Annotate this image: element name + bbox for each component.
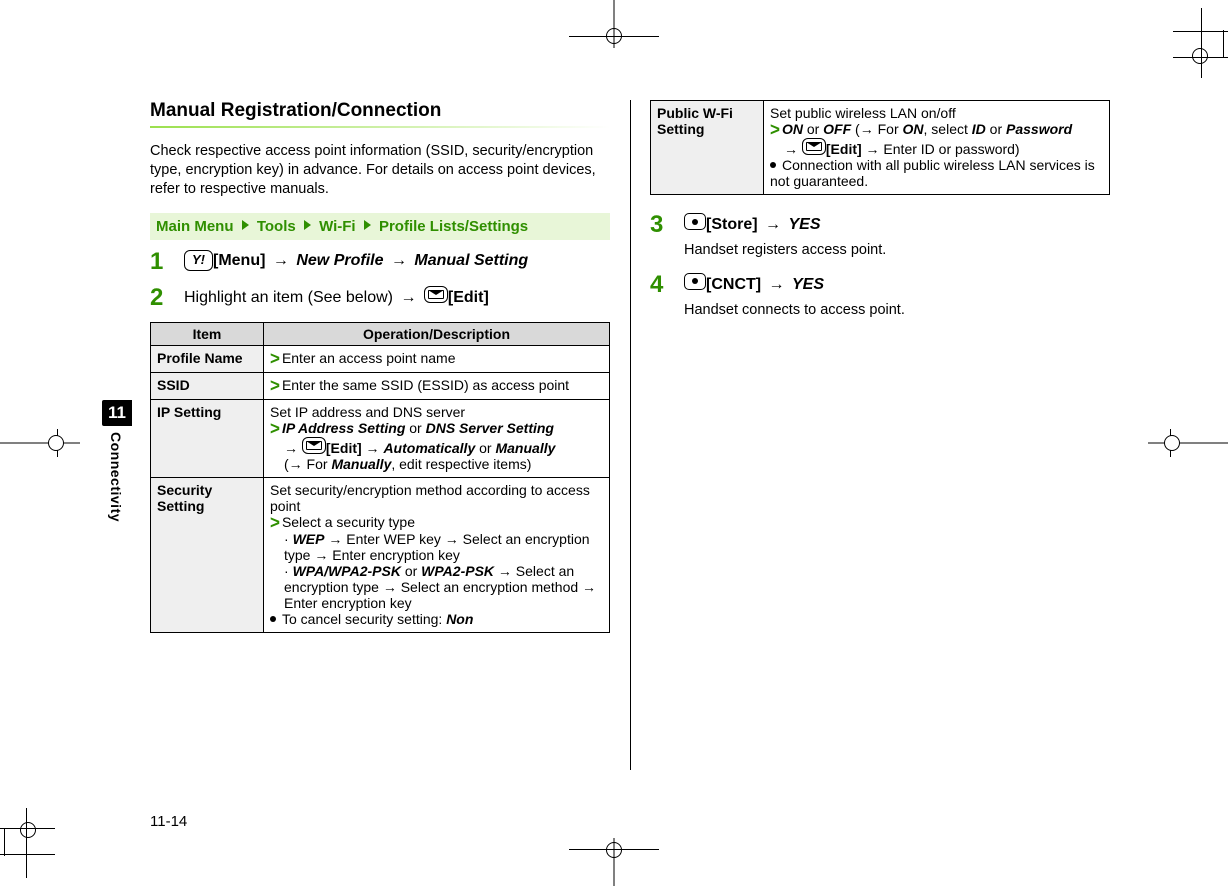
table-row: Security Setting Set security/encryption… [151, 477, 610, 632]
new-profile-label: New Profile [296, 252, 383, 269]
right-column: Public W-Fi Setting Set public wireless … [630, 100, 1110, 633]
breadcrumb: Main Menu Tools Wi-Fi Profile Lists/Sett… [150, 213, 610, 240]
step-2-text: Highlight an item (See below) [184, 289, 397, 306]
table-row: SSID >Enter the same SSID (ESSID) as acc… [151, 372, 610, 399]
step-3: 3 [Store] → YES Handset registers access… [650, 213, 1110, 261]
edit-label: [Edit] [448, 289, 489, 306]
center-key-icon [684, 273, 706, 290]
y-softkey-icon: Y! [184, 250, 213, 271]
step-4: 4 [CNCT] → YES Handset connects to acces… [650, 273, 1110, 321]
arrow-icon: → [391, 252, 407, 269]
breadcrumb-arrow-icon [304, 220, 311, 230]
step-4-sub: Handset connects to access point. [684, 300, 905, 320]
step-number: 2 [150, 286, 184, 310]
side-tab: 11 Connectivity [102, 400, 132, 522]
operation-table: Item Operation/Description Profile Name … [150, 322, 610, 633]
page-content: 11 Connectivity Manual Registration/Conn… [150, 100, 1110, 830]
row-op: Set IP address and DNS server >IP Addres… [264, 399, 610, 477]
step-number: 3 [650, 213, 684, 261]
step-1: 1 Y![Menu] → New Profile → Manual Settin… [150, 250, 610, 274]
menu-label: [Menu] [213, 252, 265, 269]
breadcrumb-item: Main Menu [156, 218, 234, 235]
crop-mark-bottom-left [0, 808, 80, 878]
table-row: Public W-Fi Setting Set public wireless … [651, 101, 1110, 195]
table-header-op: Operation/Description [264, 322, 610, 345]
side-tab-name: Connectivity [108, 432, 124, 522]
arrow-icon: → [273, 252, 289, 269]
step-number: 4 [650, 273, 684, 321]
row-op: >Enter the same SSID (ESSID) as access p… [264, 372, 610, 399]
bullet-icon [270, 616, 276, 622]
table-row: Profile Name >Enter an access point name [151, 345, 610, 372]
lead-text: Check respective access point informatio… [150, 142, 610, 199]
registration-mark-bottom [569, 836, 659, 886]
chevron-icon: > [270, 419, 280, 438]
breadcrumb-item: Tools [257, 218, 296, 235]
row-item: Public W-Fi Setting [651, 101, 764, 195]
breadcrumb-item: Wi-Fi [319, 218, 356, 235]
chevron-icon: > [770, 120, 780, 139]
breadcrumb-arrow-icon [364, 220, 371, 230]
registration-mark-right [1148, 429, 1228, 457]
arrow-icon: → [765, 216, 781, 233]
bullet-icon [770, 162, 776, 168]
mail-softkey-icon [302, 437, 326, 454]
breadcrumb-arrow-icon [242, 220, 249, 230]
registration-mark-top [569, 0, 659, 50]
breadcrumb-item: Profile Lists/Settings [379, 218, 528, 235]
operation-table-continued: Public W-Fi Setting Set public wireless … [650, 100, 1110, 195]
table-row: IP Setting Set IP address and DNS server… [151, 399, 610, 477]
column-divider [630, 100, 631, 770]
row-op: Set security/encryption method according… [264, 477, 610, 632]
store-label: [Store] [706, 216, 758, 233]
registration-mark-left [0, 429, 80, 457]
row-op: Set public wireless LAN on/off >ON or OF… [764, 101, 1110, 195]
row-item: IP Setting [151, 399, 264, 477]
cnct-label: [CNCT] [706, 276, 761, 293]
yes-label: YES [788, 216, 820, 233]
step-2: 2 Highlight an item (See below) → [Edit] [150, 286, 610, 310]
mail-softkey-icon [802, 138, 826, 155]
manual-setting-label: Manual Setting [414, 252, 528, 269]
row-op: >Enter an access point name [264, 345, 610, 372]
row-item: Security Setting [151, 477, 264, 632]
row-item: Profile Name [151, 345, 264, 372]
step-number: 1 [150, 250, 184, 274]
arrow-icon: → [400, 289, 416, 306]
center-key-icon [684, 213, 706, 230]
mail-softkey-icon [424, 286, 448, 303]
chevron-icon: > [270, 349, 280, 368]
chevron-icon: > [270, 513, 280, 532]
arrow-icon: → [769, 276, 785, 293]
title-underline [150, 126, 610, 128]
left-column: Manual Registration/Connection Check res… [150, 100, 630, 633]
section-title: Manual Registration/Connection [150, 100, 610, 122]
yes-label: YES [792, 276, 824, 293]
crop-mark-top-right [1148, 8, 1228, 78]
row-item: SSID [151, 372, 264, 399]
page-number: 11-14 [150, 813, 187, 830]
side-tab-number: 11 [102, 400, 132, 426]
chevron-icon: > [270, 376, 280, 395]
table-header-item: Item [151, 322, 264, 345]
step-3-sub: Handset registers access point. [684, 240, 886, 260]
